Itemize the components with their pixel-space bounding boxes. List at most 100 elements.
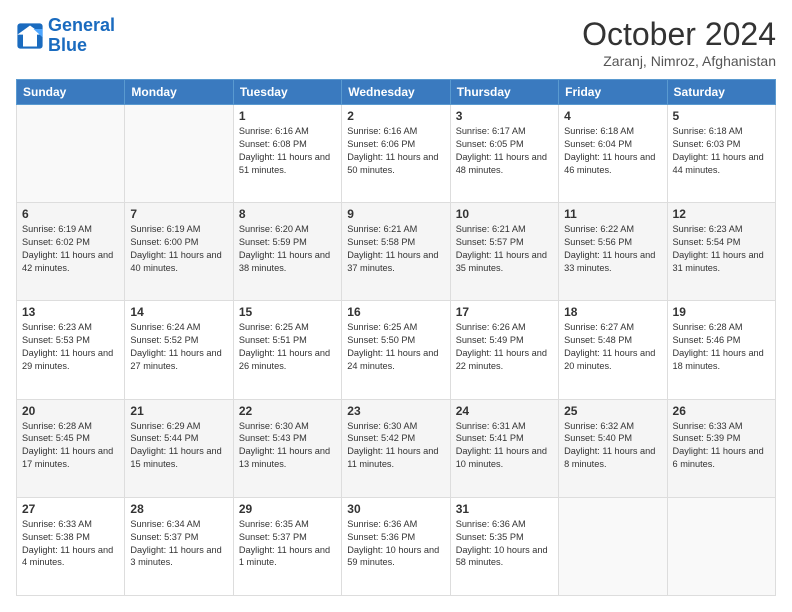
day-info: Sunrise: 6:19 AM Sunset: 6:02 PM Dayligh… — [22, 223, 119, 275]
day-number: 19 — [673, 305, 770, 319]
logo-icon — [16, 22, 44, 50]
day-number: 18 — [564, 305, 661, 319]
day-info: Sunrise: 6:36 AM Sunset: 5:36 PM Dayligh… — [347, 518, 444, 570]
day-number: 3 — [456, 109, 553, 123]
day-number: 14 — [130, 305, 227, 319]
day-info: Sunrise: 6:25 AM Sunset: 5:50 PM Dayligh… — [347, 321, 444, 373]
day-info: Sunrise: 6:16 AM Sunset: 6:08 PM Dayligh… — [239, 125, 336, 177]
subtitle: Zaranj, Nimroz, Afghanistan — [582, 53, 776, 69]
calendar-cell: 6 Sunrise: 6:19 AM Sunset: 6:02 PM Daylig… — [17, 203, 125, 301]
day-info: Sunrise: 6:31 AM Sunset: 5:41 PM Dayligh… — [456, 420, 553, 472]
calendar-cell: 2 Sunrise: 6:16 AM Sunset: 6:06 PM Daylig… — [342, 105, 450, 203]
day-number: 2 — [347, 109, 444, 123]
day-number: 20 — [22, 404, 119, 418]
col-sunday: Sunday — [17, 80, 125, 105]
day-number: 28 — [130, 502, 227, 516]
day-info: Sunrise: 6:28 AM Sunset: 5:46 PM Dayligh… — [673, 321, 770, 373]
day-info: Sunrise: 6:19 AM Sunset: 6:00 PM Dayligh… — [130, 223, 227, 275]
calendar-cell: 30Sunrise: 6:36 AM Sunset: 5:36 PM Dayli… — [342, 497, 450, 595]
day-info: Sunrise: 6:21 AM Sunset: 5:58 PM Dayligh… — [347, 223, 444, 275]
day-info: Sunrise: 6:17 AM Sunset: 6:05 PM Dayligh… — [456, 125, 553, 177]
day-info: Sunrise: 6:26 AM Sunset: 5:49 PM Dayligh… — [456, 321, 553, 373]
day-number: 17 — [456, 305, 553, 319]
calendar-cell — [125, 105, 233, 203]
calendar-cell: 9Sunrise: 6:21 AM Sunset: 5:58 PM Daylig… — [342, 203, 450, 301]
calendar-cell: 4 Sunrise: 6:18 AM Sunset: 6:04 PM Daylig… — [559, 105, 667, 203]
calendar-cell: 15Sunrise: 6:25 AM Sunset: 5:51 PM Dayli… — [233, 301, 341, 399]
logo-blue: Blue — [48, 35, 87, 55]
calendar-cell: 24 Sunrise: 6:31 AM Sunset: 5:41 PM Dayli… — [450, 399, 558, 497]
col-saturday: Saturday — [667, 80, 775, 105]
calendar-cell: 5 Sunrise: 6:18 AM Sunset: 6:03 PM Daylig… — [667, 105, 775, 203]
day-info: Sunrise: 6:18 AM Sunset: 6:03 PM Dayligh… — [673, 125, 770, 177]
calendar-table: Sunday Monday Tuesday Wednesday Thursday… — [16, 79, 776, 596]
day-info: Sunrise: 6:27 AM Sunset: 5:48 PM Dayligh… — [564, 321, 661, 373]
calendar-cell: 3 Sunrise: 6:17 AM Sunset: 6:05 PM Daylig… — [450, 105, 558, 203]
day-number: 23 — [347, 404, 444, 418]
day-number: 4 — [564, 109, 661, 123]
calendar-cell: 18 Sunrise: 6:27 AM Sunset: 5:48 PM Dayli… — [559, 301, 667, 399]
calendar-cell — [559, 497, 667, 595]
day-info: Sunrise: 6:21 AM Sunset: 5:57 PM Dayligh… — [456, 223, 553, 275]
calendar-cell: 14Sunrise: 6:24 AM Sunset: 5:52 PM Dayli… — [125, 301, 233, 399]
day-number: 22 — [239, 404, 336, 418]
main-title: October 2024 — [582, 16, 776, 53]
col-monday: Monday — [125, 80, 233, 105]
day-info: Sunrise: 6:28 AM Sunset: 5:45 PM Dayligh… — [22, 420, 119, 472]
calendar-cell: 20 Sunrise: 6:28 AM Sunset: 5:45 PM Dayli… — [17, 399, 125, 497]
calendar-cell: 19 Sunrise: 6:28 AM Sunset: 5:46 PM Dayli… — [667, 301, 775, 399]
day-number: 26 — [673, 404, 770, 418]
calendar-cell: 27Sunrise: 6:33 AM Sunset: 5:38 PM Dayli… — [17, 497, 125, 595]
calendar-cell: 16 Sunrise: 6:25 AM Sunset: 5:50 PM Dayli… — [342, 301, 450, 399]
calendar-row-1: 6 Sunrise: 6:19 AM Sunset: 6:02 PM Daylig… — [17, 203, 776, 301]
calendar-cell: 13 Sunrise: 6:23 AM Sunset: 5:53 PM Dayli… — [17, 301, 125, 399]
day-info: Sunrise: 6:20 AM Sunset: 5:59 PM Dayligh… — [239, 223, 336, 275]
calendar-cell: 10Sunrise: 6:21 AM Sunset: 5:57 PM Dayli… — [450, 203, 558, 301]
col-thursday: Thursday — [450, 80, 558, 105]
header: General Blue October 2024 Zaranj, Nimroz… — [16, 16, 776, 69]
calendar-cell: 31Sunrise: 6:36 AM Sunset: 5:35 PM Dayli… — [450, 497, 558, 595]
calendar-cell: 11Sunrise: 6:22 AM Sunset: 5:56 PM Dayli… — [559, 203, 667, 301]
logo: General Blue — [16, 16, 115, 56]
day-info: Sunrise: 6:34 AM Sunset: 5:37 PM Dayligh… — [130, 518, 227, 570]
calendar-cell: 25 Sunrise: 6:32 AM Sunset: 5:40 PM Dayli… — [559, 399, 667, 497]
calendar-cell: 17 Sunrise: 6:26 AM Sunset: 5:49 PM Dayli… — [450, 301, 558, 399]
calendar-cell: 8Sunrise: 6:20 AM Sunset: 5:59 PM Daylig… — [233, 203, 341, 301]
day-info: Sunrise: 6:33 AM Sunset: 5:39 PM Dayligh… — [673, 420, 770, 472]
day-number: 24 — [456, 404, 553, 418]
day-number: 16 — [347, 305, 444, 319]
day-number: 25 — [564, 404, 661, 418]
day-info: Sunrise: 6:35 AM Sunset: 5:37 PM Dayligh… — [239, 518, 336, 570]
calendar-cell: 1 Sunrise: 6:16 AM Sunset: 6:08 PM Daylig… — [233, 105, 341, 203]
logo-general: General — [48, 15, 115, 35]
title-block: October 2024 Zaranj, Nimroz, Afghanistan — [582, 16, 776, 69]
calendar-header-row: Sunday Monday Tuesday Wednesday Thursday… — [17, 80, 776, 105]
calendar-row-0: 1 Sunrise: 6:16 AM Sunset: 6:08 PM Daylig… — [17, 105, 776, 203]
col-friday: Friday — [559, 80, 667, 105]
logo-text: General Blue — [48, 16, 115, 56]
day-number: 5 — [673, 109, 770, 123]
day-number: 6 — [22, 207, 119, 221]
calendar-cell: 12 Sunrise: 6:23 AM Sunset: 5:54 PM Dayli… — [667, 203, 775, 301]
day-number: 12 — [673, 207, 770, 221]
day-info: Sunrise: 6:23 AM Sunset: 5:54 PM Dayligh… — [673, 223, 770, 275]
calendar-cell: 7Sunrise: 6:19 AM Sunset: 6:00 PM Daylig… — [125, 203, 233, 301]
day-number: 15 — [239, 305, 336, 319]
calendar-cell: 21Sunrise: 6:29 AM Sunset: 5:44 PM Dayli… — [125, 399, 233, 497]
day-number: 29 — [239, 502, 336, 516]
day-info: Sunrise: 6:16 AM Sunset: 6:06 PM Dayligh… — [347, 125, 444, 177]
day-number: 31 — [456, 502, 553, 516]
calendar-cell — [17, 105, 125, 203]
calendar-cell — [667, 497, 775, 595]
day-info: Sunrise: 6:18 AM Sunset: 6:04 PM Dayligh… — [564, 125, 661, 177]
day-number: 1 — [239, 109, 336, 123]
calendar-cell: 22 Sunrise: 6:30 AM Sunset: 5:43 PM Dayli… — [233, 399, 341, 497]
day-info: Sunrise: 6:30 AM Sunset: 5:43 PM Dayligh… — [239, 420, 336, 472]
day-info: Sunrise: 6:32 AM Sunset: 5:40 PM Dayligh… — [564, 420, 661, 472]
day-number: 11 — [564, 207, 661, 221]
calendar-cell: 26 Sunrise: 6:33 AM Sunset: 5:39 PM Dayli… — [667, 399, 775, 497]
calendar-row-2: 13 Sunrise: 6:23 AM Sunset: 5:53 PM Dayli… — [17, 301, 776, 399]
col-tuesday: Tuesday — [233, 80, 341, 105]
day-number: 13 — [22, 305, 119, 319]
day-info: Sunrise: 6:23 AM Sunset: 5:53 PM Dayligh… — [22, 321, 119, 373]
